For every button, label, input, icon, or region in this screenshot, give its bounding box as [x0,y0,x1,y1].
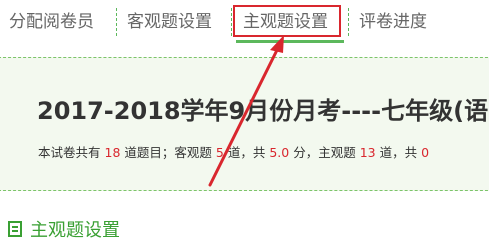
highlight-box [233,5,341,37]
summary-text: 道，共 [379,145,418,160]
objective-count: 5 [215,145,224,160]
tab-objective-settings[interactable]: 客观题设置 [127,0,212,44]
subjective-score: 0 [421,145,430,160]
active-tab-indicator [236,40,344,43]
summary-text: 道，共 [227,145,266,160]
section-title: 主观题设置 [30,220,120,241]
tab-divider [231,8,232,36]
summary-text: 分，主观题 [293,145,356,160]
tab-bar: 分配阅卷员 客观题设置 主观题设置 评卷进度 [0,0,489,44]
tab-divider [116,8,117,36]
tab-assign-graders[interactable]: 分配阅卷员 [9,0,94,44]
summary-prefix: 本试卷共有 [38,145,101,160]
subjective-count: 13 [359,145,376,160]
exam-summary: 本试卷共有 18 道题目；客观题 5 道，共 5.0 分，主观题 13 道，共 … [38,142,429,161]
tab-grading-progress[interactable]: 评卷进度 [359,0,427,44]
summary-text: 道题目；客观题 [124,145,212,160]
tab-divider [348,8,349,36]
exam-title: 2017-2018学年9月份月考----七年级(语 [37,97,489,125]
total-questions: 18 [104,145,121,160]
list-icon [8,221,22,237]
section-heading: 主观题设置 [8,216,120,242]
objective-score: 5.0 [269,145,290,160]
